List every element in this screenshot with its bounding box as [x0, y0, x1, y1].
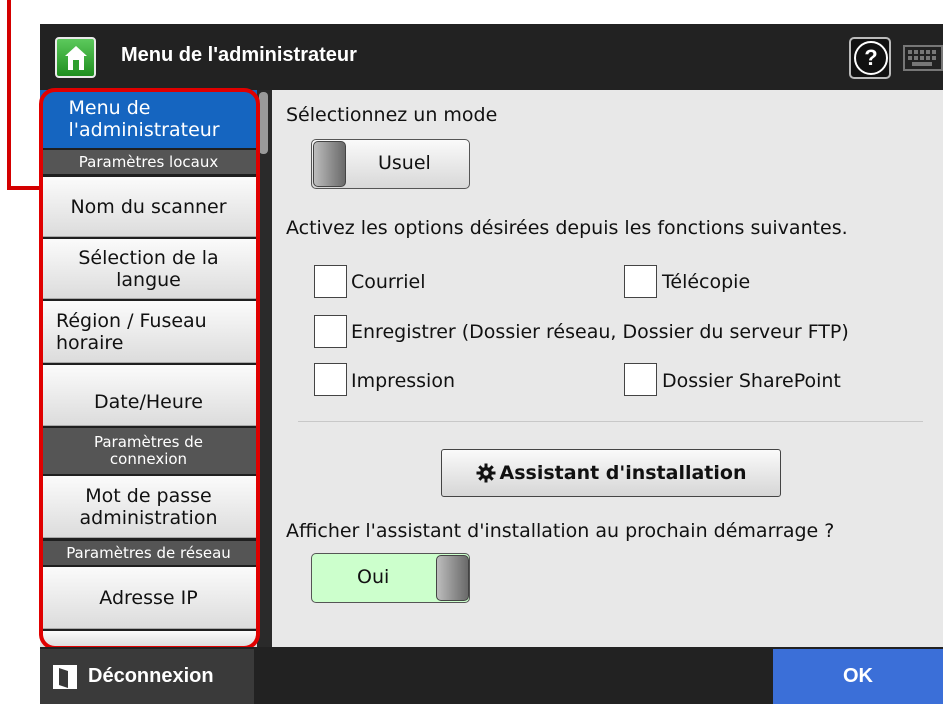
option-label: Impression [351, 370, 455, 392]
keyboard-button[interactable] [897, 37, 943, 79]
sidebar-scroll-thumb[interactable] [259, 92, 268, 154]
mode-value: Usuel [378, 152, 431, 174]
toggle-knob[interactable] [436, 555, 469, 601]
option-label: Courriel [351, 271, 426, 293]
logout-button[interactable]: Déconnexion [40, 649, 254, 704]
help-button[interactable]: ? [849, 37, 891, 79]
divider [298, 421, 923, 422]
checkbox-impression[interactable] [314, 363, 347, 396]
checkbox-courriel[interactable] [314, 265, 347, 298]
callout-line [7, 0, 11, 190]
checkbox-sharepoint[interactable] [624, 363, 657, 396]
home-icon [65, 46, 87, 70]
home-button[interactable] [55, 37, 96, 78]
page-title: Menu de l'administrateur [121, 44, 357, 66]
toggle-knob[interactable] [313, 141, 346, 187]
startup-toggle[interactable]: Oui [311, 553, 470, 603]
option-label: Dossier SharePoint [662, 370, 841, 392]
option-label: Télécopie [662, 271, 751, 293]
mode-toggle[interactable]: Usuel [311, 139, 470, 189]
setup-wizard-button[interactable]: Assistant d'installation [441, 449, 781, 497]
mode-prompt: Sélectionnez un mode [286, 104, 498, 126]
logout-icon [53, 664, 77, 689]
options-prompt: Activez les options désirées depuis les … [286, 217, 848, 239]
gear-icon [476, 463, 496, 483]
ok-button[interactable]: OK [773, 649, 943, 704]
keyboard-icon [903, 45, 943, 71]
option-label: Enregistrer (Dossier réseau, Dossier du … [351, 321, 849, 343]
checkbox-telecopie[interactable] [624, 265, 657, 298]
highlight-frame [39, 88, 260, 650]
callout-line [7, 186, 41, 190]
startup-value: Oui [357, 566, 390, 588]
startup-prompt: Afficher l'assistant d'installation au p… [286, 520, 835, 542]
help-icon: ? [854, 41, 888, 75]
checkbox-enregistrer[interactable] [314, 315, 347, 348]
setup-wizard-label: Assistant d'installation [499, 462, 747, 484]
